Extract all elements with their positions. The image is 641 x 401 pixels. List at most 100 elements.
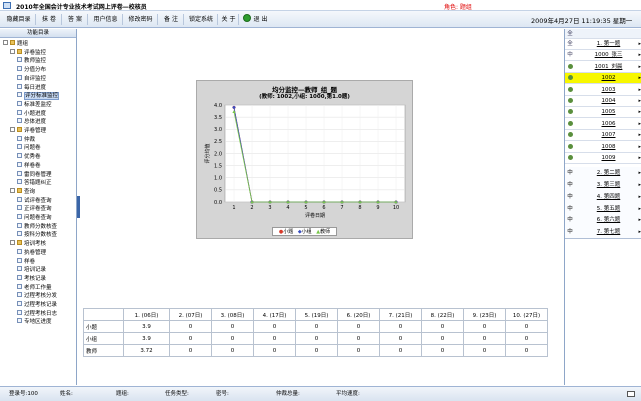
y-tick-label: 1.5 (214, 163, 222, 169)
tree-item[interactable]: 按科分数核查 (17, 231, 57, 239)
row-label[interactable]: 1. 第一题 (583, 39, 634, 49)
question-group-row[interactable]: 中 7. 第七题 ▸ (565, 225, 641, 239)
x-tick-label: 7 (340, 205, 343, 211)
tree-item[interactable]: 题组 (3, 40, 28, 48)
tree-item[interactable]: 过程考核分发 (17, 292, 57, 300)
tree-item[interactable]: 每日进度 (17, 83, 46, 92)
row-label[interactable]: 7. 第七题 (583, 226, 634, 238)
user-icon (567, 132, 573, 138)
legend-item: 教师 (320, 229, 331, 235)
tree-item[interactable]: 问题卷 (17, 144, 41, 152)
tree-item[interactable]: 培训记录 (17, 266, 46, 274)
tree-item-label: 评卷管理 (24, 128, 47, 134)
row-label[interactable]: 1007 (583, 130, 634, 140)
row-label[interactable]: 4. 第四题 (583, 191, 634, 203)
wipe-paper-button[interactable]: 抹 卷 (37, 14, 62, 25)
user-row[interactable]: 1009 ▸ (565, 153, 641, 164)
expand-toggle-icon[interactable] (10, 240, 15, 246)
tree-item[interactable]: 执卷管理 (17, 248, 46, 257)
tree-item[interactable]: 培训考核 (10, 240, 46, 248)
row-label[interactable]: 1009 (583, 153, 634, 163)
tree-item-label: 按科分数核查 (24, 232, 58, 239)
tree-item[interactable]: 仲裁 (17, 135, 36, 144)
expand-toggle-icon[interactable] (3, 40, 8, 45)
question-row[interactable]: 全 1. 第一题 ▸ (565, 39, 641, 50)
tree-item[interactable]: 试评卷查询 (17, 196, 52, 205)
user-row[interactable]: 1002 ▸ (565, 73, 641, 85)
tree-item[interactable]: 教师分数核查 (17, 222, 58, 231)
tree-item[interactable]: 评分标准监控 (17, 92, 60, 101)
note-button[interactable]: 备 注 (159, 14, 184, 25)
tree-item[interactable]: 过程考核记录 (17, 301, 57, 309)
table-cell: 0 (463, 332, 506, 345)
x-tick-label: 1 (232, 205, 235, 211)
tree-item[interactable]: 样卷卷 (17, 161, 41, 170)
row-label[interactable]: 6. 第六题 (583, 214, 634, 226)
user-row[interactable]: 1007 ▸ (565, 130, 641, 142)
tree-item[interactable]: 正评卷查询 (17, 205, 52, 213)
table-row: 小组 3.9 0 0 0 0 0 0 0 0 0 (83, 332, 548, 345)
tree-item[interactable]: 老师工作量 (17, 283, 52, 292)
tree-item[interactable]: 答错题纠正 (17, 179, 52, 187)
row-label[interactable]: 2. 第二题 (583, 167, 634, 179)
tree-item[interactable]: 标准差监控 (17, 100, 52, 109)
row-label[interactable]: 1003 (583, 85, 634, 95)
tree-item[interactable]: 过程考核日志 (17, 309, 57, 318)
tree-item-label: 仲裁 (24, 136, 36, 143)
page-icon (17, 301, 22, 306)
row-label[interactable]: 1006 (583, 119, 634, 129)
lock-system-button[interactable]: 锁定系统 (185, 14, 218, 25)
hide-directory-button[interactable]: 隐藏目录 (2, 14, 36, 25)
row-label[interactable]: 1002 (583, 73, 634, 83)
tree-item[interactable]: 小题进度 (17, 109, 47, 118)
answer-button[interactable]: 答 案 (63, 14, 88, 25)
tree-item[interactable]: 评卷管理 (10, 127, 46, 135)
tree-item[interactable]: 考核记录 (17, 274, 46, 283)
tree-item-label: 查询 (24, 188, 36, 195)
select-all-label[interactable]: 全 (566, 29, 574, 39)
change-password-button[interactable]: 修改密码 (124, 14, 158, 25)
exit-button[interactable]: 退 出 (240, 14, 270, 25)
status-task: 任务类型: (165, 391, 189, 397)
status-mark: 全 (567, 41, 573, 47)
tree-item[interactable]: 优秀卷 (17, 153, 41, 161)
row-label[interactable]: 1008 (583, 142, 634, 152)
row-label[interactable]: 1001_刘晨 (583, 62, 634, 72)
user-row[interactable]: 1004 ▸ (565, 96, 641, 107)
table-cell: 0 (169, 320, 212, 333)
expand-toggle-icon[interactable] (10, 48, 15, 54)
user-row[interactable]: 1003 ▸ (565, 85, 641, 96)
row-label[interactable]: 5. 第五题 (583, 203, 634, 215)
table-cell: 0 (295, 344, 338, 357)
row-label[interactable]: 3. 第三题 (583, 179, 634, 191)
data-table: 1. (06日) 2. (07日) 3. (08日) 4. (17日) 5. (19日)… (83, 308, 548, 357)
about-button[interactable]: 关 于 (219, 14, 239, 25)
question-row[interactable]: 中 1000_张三 ▸ (565, 50, 641, 62)
tree-item-label: 小题进度 (24, 110, 47, 117)
tree-item[interactable]: 问题卷查询 (17, 214, 52, 222)
tree-item[interactable]: 样卷 (17, 257, 35, 266)
tree-item[interactable]: 雷同卷管理 (17, 170, 52, 179)
tree-item-label: 教师分数核查 (24, 223, 58, 230)
x-axis-label: 评卷日期 (305, 212, 325, 219)
tree-item[interactable]: 查询 (10, 187, 36, 196)
row-label[interactable]: 1004 (583, 96, 634, 106)
user-row[interactable]: 1008 ▸ (565, 142, 641, 153)
tree-item[interactable]: 专地区进度 (17, 318, 52, 326)
user-row[interactable]: 1001_刘晨 ▸ (565, 62, 641, 73)
tree-item[interactable]: 自评监控 (17, 74, 46, 83)
user-row[interactable]: 1005 ▸ (565, 107, 641, 119)
mail-icon[interactable] (627, 391, 635, 397)
status-avg: 平均速度: (336, 391, 360, 397)
tree-item[interactable]: 教师监控 (17, 57, 46, 65)
tree-item[interactable]: 总体进度 (17, 118, 46, 126)
user-info-button[interactable]: 用户信息 (89, 14, 123, 25)
row-label[interactable]: 1005 (583, 107, 634, 117)
tree-item[interactable]: 分值分布 (17, 66, 46, 74)
expand-toggle-icon[interactable] (10, 127, 15, 132)
tree-item[interactable]: 评卷监控 (10, 48, 46, 57)
user-icon (567, 109, 573, 115)
user-row[interactable]: 1006 ▸ (565, 119, 641, 130)
row-label[interactable]: 1000_张三 (583, 50, 634, 60)
expand-toggle-icon[interactable] (10, 187, 15, 193)
